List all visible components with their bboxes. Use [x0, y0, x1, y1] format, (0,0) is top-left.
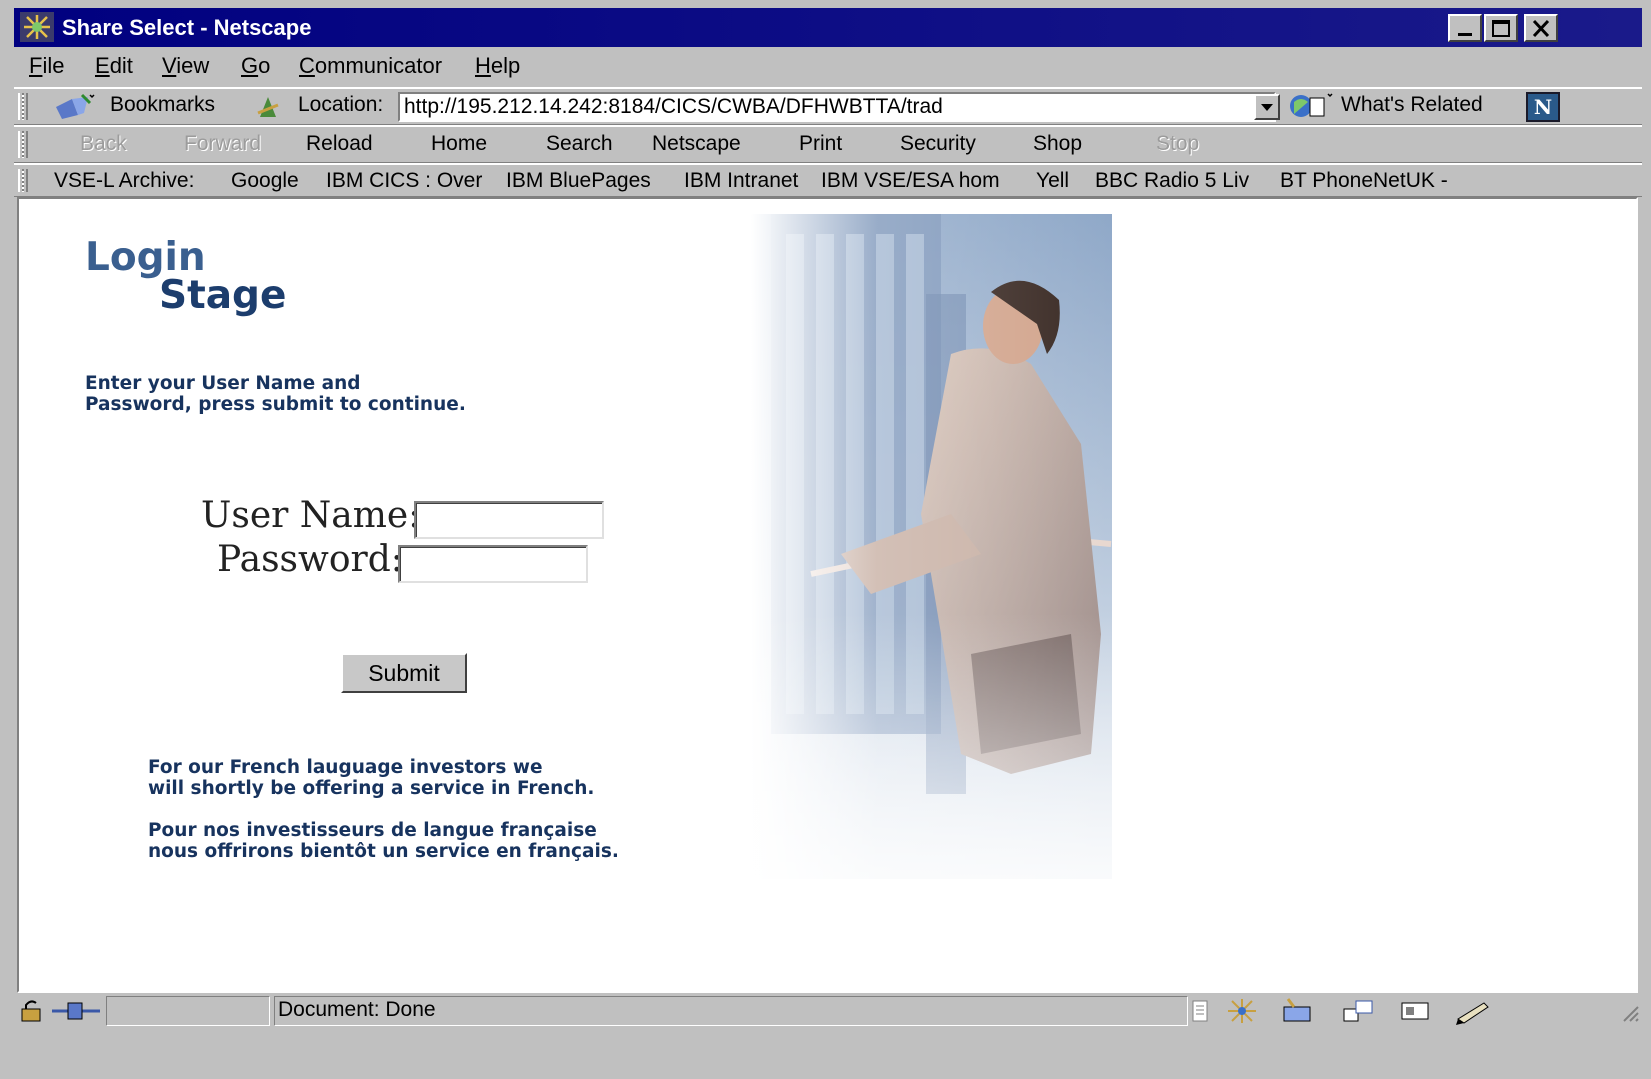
menu-go[interactable]: Go — [241, 53, 270, 79]
security-lock-icon[interactable] — [18, 999, 46, 1023]
personal-link-vse-l-archive[interactable]: VSE-L Archive: — [54, 169, 194, 193]
whats-related-button[interactable]: What's Related — [1341, 93, 1483, 117]
status-text: Document: Done — [278, 998, 436, 1021]
browser-window: Share Select - Netscape File Edit View G… — [0, 0, 1651, 1079]
navigation-toolbar: Back Forward Reload Home Search Netscape… — [14, 125, 1642, 163]
close-icon — [1532, 19, 1550, 38]
location-dropdown-button[interactable] — [1254, 94, 1280, 120]
maximize-button[interactable] — [1484, 14, 1518, 42]
toolbar-grip[interactable] — [18, 131, 28, 158]
resize-grip-icon[interactable] — [1620, 1003, 1640, 1023]
toolbar-grip[interactable] — [18, 93, 28, 120]
minimize-icon — [1458, 33, 1472, 36]
location-label: Location: — [298, 93, 384, 116]
window-title: Share Select - Netscape — [62, 15, 312, 40]
close-button[interactable] — [1524, 14, 1558, 42]
navigator-component-icon[interactable] — [1224, 997, 1260, 1025]
progress-bar — [106, 996, 270, 1026]
username-input[interactable] — [414, 501, 604, 539]
chevron-down-icon — [1261, 104, 1273, 111]
minimize-button[interactable] — [1448, 14, 1482, 42]
newsgroups-component-icon[interactable] — [1340, 997, 1376, 1025]
location-toolbar: Bookmarks Location: What's Related N — [14, 87, 1642, 125]
menu-bar: File Edit View Go Communicator Help — [14, 47, 1642, 87]
french-note-line-2: nous offrirons bientôt un service en fra… — [148, 841, 619, 862]
instruction-line-2: Password, press submit to continue. — [85, 394, 466, 415]
address-book-component-icon[interactable] — [1400, 999, 1432, 1023]
personal-link-bbc-radio[interactable]: BBC Radio 5 Liv — [1095, 169, 1249, 193]
businessman-photo — [751, 214, 1112, 879]
netscape-button[interactable]: Netscape — [652, 132, 741, 156]
home-button[interactable]: Home — [431, 132, 487, 156]
url-input[interactable] — [398, 92, 1276, 122]
stop-button[interactable]: Stop — [1156, 132, 1199, 156]
personal-link-google[interactable]: Google — [231, 169, 299, 193]
submit-button[interactable]: Submit — [341, 653, 467, 693]
toolbar-grip[interactable] — [18, 169, 28, 192]
logo-stage: Stage — [159, 273, 287, 318]
bookmarks-icon — [56, 93, 95, 119]
personal-link-ibm-intranet[interactable]: IBM Intranet — [684, 169, 798, 193]
personal-link-yell[interactable]: Yell — [1036, 169, 1069, 193]
maximize-icon — [1492, 20, 1510, 37]
french-note-line-1: Pour nos investisseurs de langue françai… — [148, 820, 597, 841]
composer-component-icon[interactable] — [1454, 997, 1494, 1025]
password-label: Password: — [217, 539, 403, 580]
svg-text:N: N — [1534, 95, 1552, 119]
menu-communicator[interactable]: Communicator — [299, 53, 442, 79]
status-bar: Document: Done — [14, 993, 1642, 1029]
menu-file[interactable]: File — [29, 53, 64, 79]
username-label: User Name: — [201, 495, 421, 536]
print-button[interactable]: Print — [799, 132, 842, 156]
netscape-app-icon — [20, 12, 54, 42]
search-button[interactable]: Search — [546, 132, 613, 156]
personal-link-ibm-bluepages[interactable]: IBM BluePages — [506, 169, 651, 193]
page-content: Login Stage Enter your User Name and Pas… — [17, 197, 1638, 993]
personal-link-bt-phonenet[interactable]: BT PhoneNetUK - — [1280, 169, 1448, 193]
menu-edit[interactable]: Edit — [95, 53, 133, 79]
forward-button[interactable]: Forward — [184, 132, 261, 156]
menu-view[interactable]: View — [162, 53, 209, 79]
instruction-line-1: Enter your User Name and — [85, 373, 361, 394]
whats-related-icon — [1290, 93, 1333, 117]
reload-button[interactable]: Reload — [306, 132, 373, 156]
personal-link-ibm-vse-esa[interactable]: IBM VSE/ESA hom — [821, 169, 1000, 193]
personal-link-ibm-cics[interactable]: IBM CICS : Over — [326, 169, 482, 193]
security-button[interactable]: Security — [900, 132, 976, 156]
english-note-line-2: will shortly be offering a service in Fr… — [148, 778, 595, 799]
bookmarks-button[interactable]: Bookmarks — [110, 93, 215, 117]
english-note-line-1: For our French lauguage investors we — [148, 757, 543, 778]
offline-plug-icon[interactable] — [50, 999, 102, 1023]
netscape-logo-icon[interactable]: N — [1526, 92, 1560, 122]
password-input[interactable] — [398, 545, 588, 583]
document-info-icon[interactable] — [1190, 999, 1212, 1023]
mail-component-icon[interactable] — [1280, 997, 1316, 1025]
menu-help[interactable]: Help — [475, 53, 520, 79]
back-button[interactable]: Back — [80, 132, 127, 156]
personal-toolbar: VSE-L Archive: Google IBM CICS : Over IB… — [14, 163, 1642, 197]
title-bar: Share Select - Netscape — [14, 8, 1642, 47]
location-page-icon — [257, 97, 279, 117]
shop-button[interactable]: Shop — [1033, 132, 1082, 156]
